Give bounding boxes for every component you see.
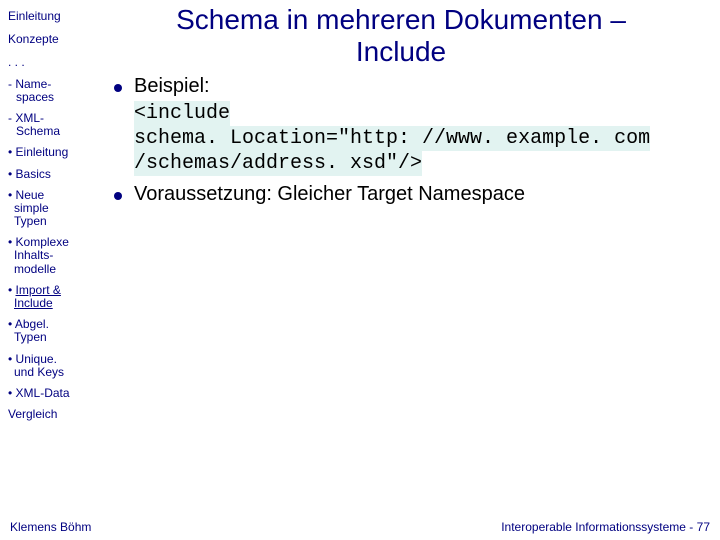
bullet-voraussetzung: Voraussetzung: Gleicher Target Namespace (114, 182, 712, 207)
sidebar-item-label: - Name- (8, 78, 90, 91)
sidebar-item-label: und Keys (8, 366, 90, 379)
sidebar-item-import-include: • Import & Include (8, 284, 90, 310)
sidebar-item-einleitung: Einleitung (8, 10, 90, 23)
sidebar-item-einleitung2: • Einleitung (8, 146, 90, 159)
bullet-icon (114, 84, 122, 92)
footer-page: Interoperable Informationssysteme - 77 (501, 520, 710, 534)
sidebar-item-label: • XML-Data (8, 387, 90, 400)
bullet-icon (114, 192, 122, 200)
slide-title: Schema in mehreren Dokumenten – Include (90, 4, 712, 68)
sidebar-item-label: • Basics (8, 168, 90, 181)
sidebar-item-label: Schema (8, 125, 90, 138)
sidebar-ellipsis: . . . (8, 56, 90, 69)
title-line1: Schema in mehreren Dokumenten – (176, 4, 626, 35)
main-content: Schema in mehreren Dokumenten – Include … (90, 0, 720, 514)
sidebar-item-abgel-typen: • Abgel. Typen (8, 318, 90, 344)
sidebar-item-xmlschema: - XML- Schema (8, 112, 90, 138)
sidebar-item-label: Typen (8, 331, 90, 344)
bullet-beispiel: Beispiel: (114, 74, 712, 99)
code-line: <include (134, 101, 230, 126)
slide-footer: Klemens Böhm Interoperable Informationss… (0, 514, 720, 540)
sidebar-item-label: Include (8, 297, 90, 310)
slide: Einleitung Konzepte . . . - Name- spaces… (0, 0, 720, 540)
sidebar-item-unique-keys: • Unique. und Keys (8, 353, 90, 379)
upper-area: Einleitung Konzepte . . . - Name- spaces… (0, 0, 720, 514)
sidebar-item-label: spaces (8, 91, 90, 104)
title-line2: Include (356, 36, 446, 67)
sidebar-item-konzepte: Konzepte (8, 33, 90, 46)
code-line: /schemas/address. xsd"/> (134, 151, 422, 176)
bullet-text: Voraussetzung: Gleicher Target Namespace (134, 182, 712, 207)
sidebar-item-label: • Einleitung (8, 146, 90, 159)
slide-body: Beispiel: <include schema. Location="htt… (90, 74, 712, 207)
sidebar-item-label: Inhalts- (8, 249, 90, 262)
sidebar-nav: Einleitung Konzepte . . . - Name- spaces… (0, 0, 90, 514)
sidebar-item-label-text: Import & (16, 283, 61, 297)
footer-author: Klemens Böhm (10, 520, 91, 534)
code-block: <include schema. Location="http: //www. … (134, 101, 712, 176)
sidebar-item-label: modelle (8, 263, 90, 276)
bullet-marker: • (8, 283, 16, 297)
sidebar-item-basics: • Basics (8, 168, 90, 181)
sidebar-item-label: • Neue (8, 189, 90, 202)
bullet-text: Beispiel: (134, 74, 712, 99)
sidebar-item-neue-simple-typen: • Neue simple Typen (8, 189, 90, 229)
sidebar-item-label: Typen (8, 215, 90, 228)
sidebar-item-namespaces: - Name- spaces (8, 78, 90, 104)
sidebar-item-label: • Unique. (8, 353, 90, 366)
sidebar-item-komplexe-inhaltsmodelle: • Komplexe Inhalts- modelle (8, 236, 90, 276)
code-line: schema. Location="http: //www. example. … (134, 126, 650, 151)
sidebar-item-vergleich: Vergleich (8, 408, 90, 421)
sidebar-item-xml-data: • XML-Data (8, 387, 90, 400)
